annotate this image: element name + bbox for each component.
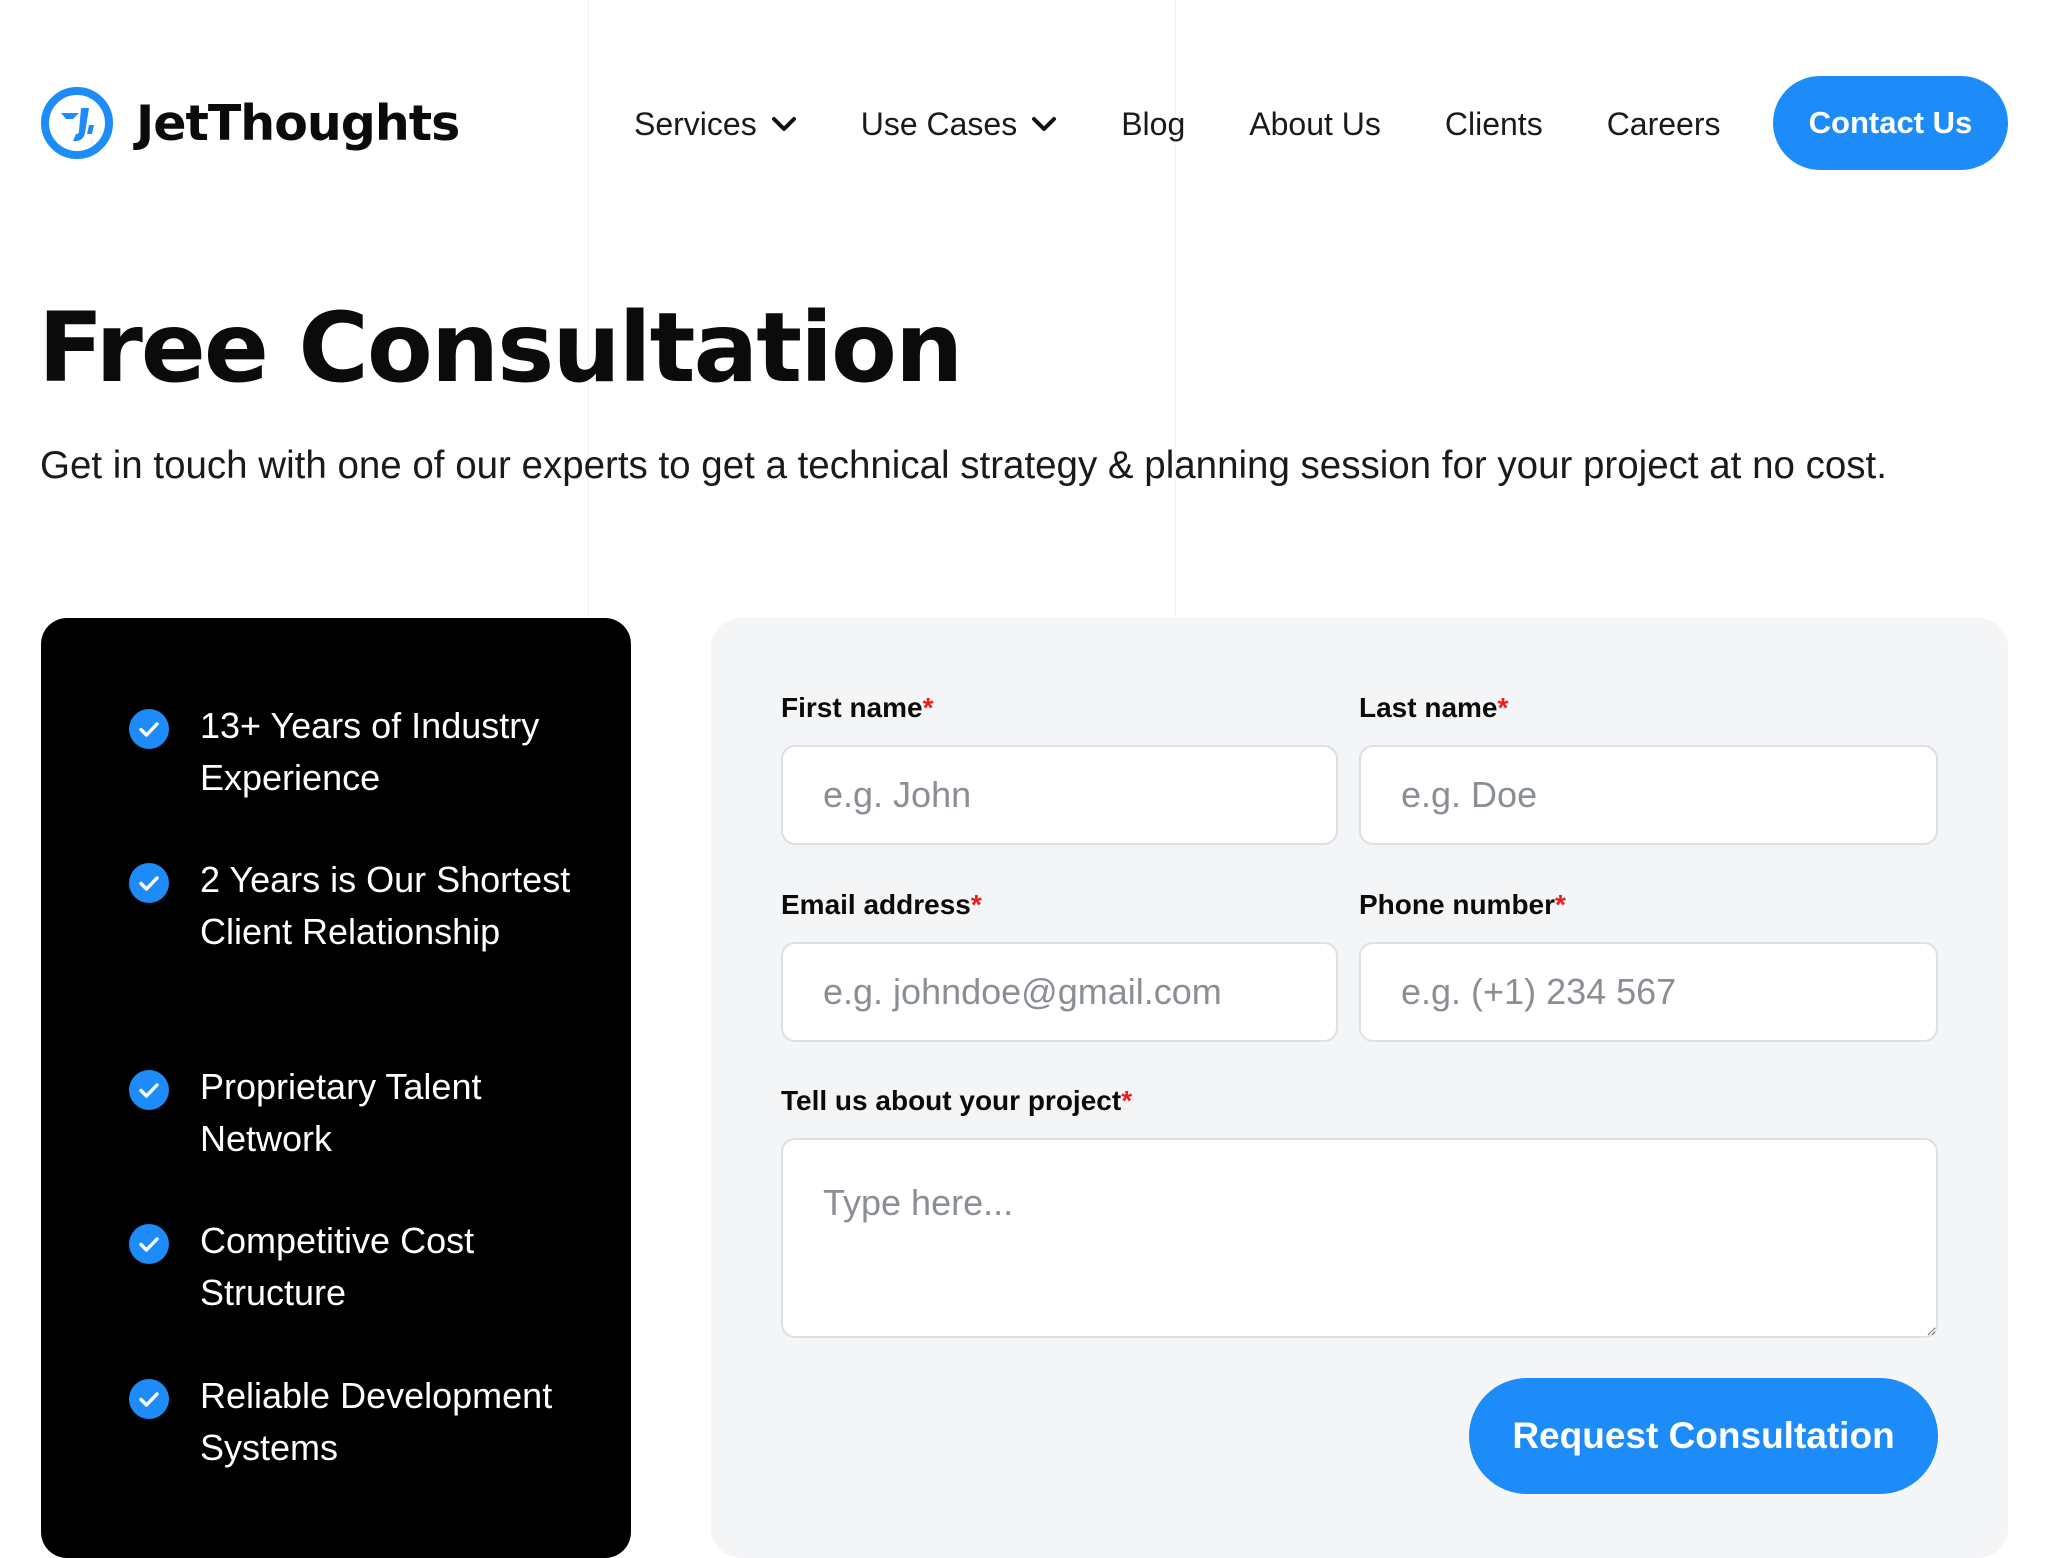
- project-label-text: Tell us about your project: [781, 1085, 1122, 1116]
- chevron-down-icon: [1032, 117, 1057, 131]
- check-circle-icon: [129, 863, 169, 903]
- nav-item-about-us[interactable]: About Us: [1249, 106, 1381, 143]
- nav-item-label: Clients: [1444, 105, 1543, 142]
- check-circle-icon: [129, 1224, 169, 1264]
- project-label: Tell us about your project*: [781, 1085, 1132, 1117]
- required-marker: *: [1121, 1085, 1133, 1116]
- nav-item-label: Use Cases: [860, 105, 1018, 142]
- last-name-label-text: Last name: [1359, 692, 1498, 723]
- nav-item-label: Careers: [1606, 105, 1721, 142]
- phone-label: Phone number*: [1359, 889, 1566, 921]
- benefit-text: Reliable Development Systems: [200, 1375, 553, 1468]
- check-circle-icon: [129, 1379, 169, 1419]
- main-nav: Services Use Cases Blog About Us Clients…: [634, 100, 1721, 148]
- nav-item-services[interactable]: Services: [634, 106, 797, 143]
- nav-item-label: Services: [634, 105, 757, 142]
- nav-item-clients[interactable]: Clients: [1445, 106, 1543, 143]
- first-name-label: First name*: [781, 692, 934, 724]
- email-label-text: Email address: [781, 889, 971, 920]
- benefit-text: 13+ Years of Industry Experience: [200, 705, 540, 798]
- email-input[interactable]: [781, 942, 1338, 1042]
- benefit-text: 2 Years is Our Shortest Client Relations…: [200, 859, 571, 952]
- contact-us-button[interactable]: Contact Us: [1773, 76, 2008, 170]
- consultation-form: First name* Last name* Email address* Ph…: [711, 618, 2008, 1558]
- benefit-text: Proprietary Talent Network: [200, 1066, 482, 1159]
- check-circle-icon: [129, 709, 169, 749]
- first-name-label-text: First name: [781, 692, 923, 723]
- phone-input[interactable]: [1359, 942, 1938, 1042]
- required-marker: *: [970, 889, 982, 920]
- first-name-input[interactable]: [781, 745, 1338, 845]
- nav-item-careers[interactable]: Careers: [1607, 106, 1721, 143]
- logo-link[interactable]: JetThoughts: [40, 86, 460, 160]
- request-consultation-button[interactable]: Request Consultation: [1469, 1378, 1938, 1494]
- check-circle-icon: [129, 1070, 169, 1110]
- required-marker: *: [1555, 889, 1566, 920]
- page-subtitle: Get in touch with one of our experts to …: [40, 444, 1887, 487]
- brand-name: JetThoughts: [136, 94, 460, 152]
- nav-item-blog[interactable]: Blog: [1121, 106, 1185, 143]
- last-name-label: Last name*: [1359, 692, 1508, 724]
- nav-item-use-cases[interactable]: Use Cases: [861, 106, 1058, 143]
- last-name-input[interactable]: [1359, 745, 1938, 845]
- page-title: Free Consultation: [38, 292, 963, 404]
- phone-label-text: Phone number: [1359, 889, 1556, 920]
- nav-item-label: Blog: [1121, 105, 1186, 142]
- site-header: JetThoughts Services Use Cases Blog Abou…: [0, 0, 2048, 248]
- nav-item-label: About Us: [1249, 105, 1381, 142]
- chevron-down-icon: [771, 117, 796, 131]
- benefits-panel: 13+ Years of Industry Experience 2 Years…: [41, 618, 631, 1558]
- email-label: Email address*: [781, 889, 982, 921]
- required-marker: *: [922, 692, 934, 723]
- required-marker: *: [1497, 692, 1509, 723]
- benefit-text: Competitive Cost Structure: [200, 1220, 475, 1313]
- jetthoughts-logo-icon: [41, 87, 113, 159]
- project-textarea[interactable]: [781, 1138, 1938, 1338]
